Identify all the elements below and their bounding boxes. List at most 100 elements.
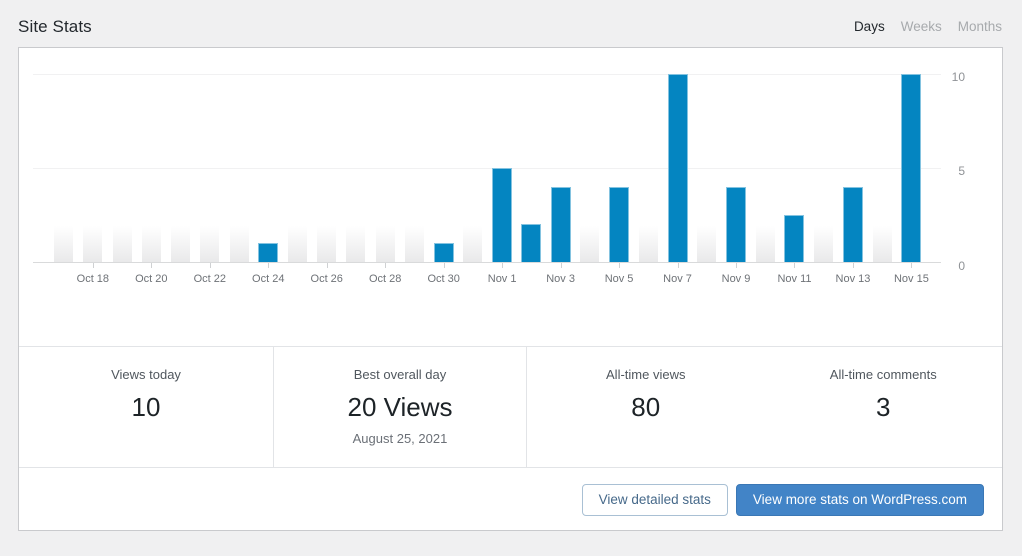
views-bar[interactable] <box>901 74 921 262</box>
x-tick-label: Nov 1 <box>488 273 517 285</box>
views-bar[interactable] <box>492 168 512 262</box>
chart-day-slot-oct-20[interactable]: Oct 20 <box>137 74 166 262</box>
y-tick-label-10: 10 <box>925 70 965 84</box>
chart-day-slot-oct-26[interactable]: Oct 26 <box>312 74 341 262</box>
x-axis-tick <box>736 263 737 268</box>
chart-day-slot-nov-15[interactable]: Nov 15 <box>897 74 926 262</box>
chart-day-slot-nov-4[interactable] <box>575 74 604 262</box>
stat-value: 3 <box>765 392 1003 422</box>
x-tick-label: Nov 13 <box>836 273 871 285</box>
chart-day-slot-nov-3[interactable]: Nov 3 <box>546 74 575 262</box>
zero-day-placeholder-bar <box>814 226 833 262</box>
zero-day-placeholder-bar <box>697 226 716 262</box>
chart-day-slot-nov-6[interactable] <box>634 74 663 262</box>
views-bar[interactable] <box>843 187 863 262</box>
x-tick-label: Nov 7 <box>663 273 692 285</box>
chart-day-slot-nov-1[interactable]: Nov 1 <box>488 74 517 262</box>
x-axis-tick <box>911 263 912 268</box>
zero-day-placeholder-bar <box>54 226 73 262</box>
chart-day-slot-nov-12[interactable] <box>809 74 838 262</box>
chart-day-slot-oct-21[interactable] <box>166 74 195 262</box>
tab-weeks[interactable]: Weeks <box>901 19 942 34</box>
views-bar[interactable] <box>434 243 454 262</box>
stat-views-today: Views today 10 <box>19 347 273 467</box>
x-axis-tick <box>327 263 328 268</box>
chart-plot-area: 10 5 0 Oct 18Oct 20Oct 22Oct 24Oct 26Oct… <box>33 74 941 263</box>
stat-value: 80 <box>527 392 765 422</box>
chart-day-slot-oct-18[interactable]: Oct 18 <box>78 74 107 262</box>
x-axis-tick <box>151 263 152 268</box>
x-tick-label: Nov 9 <box>722 273 751 285</box>
chart-day-slot-nov-5[interactable]: Nov 5 <box>604 74 633 262</box>
chart-day-slot-nov-2[interactable] <box>517 74 546 262</box>
chart-day-slot-nov-9[interactable]: Nov 9 <box>721 74 750 262</box>
x-tick-label: Oct 22 <box>194 273 226 285</box>
page-title: Site Stats <box>18 17 92 37</box>
views-bar[interactable] <box>609 187 629 262</box>
x-axis-tick <box>619 263 620 268</box>
zero-day-placeholder-bar <box>873 226 892 262</box>
chart-day-slot-oct-19[interactable] <box>107 74 136 262</box>
zero-day-placeholder-bar <box>463 226 482 262</box>
chart-day-slot-oct-25[interactable] <box>283 74 312 262</box>
zero-day-placeholder-bar <box>580 226 599 262</box>
zero-day-placeholder-bar <box>405 226 424 262</box>
stat-all-time-group: All-time views 80 All-time comments 3 <box>526 347 1002 467</box>
x-axis-tick <box>385 263 386 268</box>
zero-day-placeholder-bar <box>113 226 132 262</box>
tab-months[interactable]: Months <box>958 19 1002 34</box>
chart-day-slot-oct-17[interactable] <box>49 74 78 262</box>
site-stats-widget: 10 5 0 Oct 18Oct 20Oct 22Oct 24Oct 26Oct… <box>18 47 1003 531</box>
views-bar-chart: 10 5 0 Oct 18Oct 20Oct 22Oct 24Oct 26Oct… <box>19 48 1002 346</box>
x-axis-tick <box>444 263 445 268</box>
chart-day-slot-nov-11[interactable]: Nov 11 <box>780 74 809 262</box>
x-tick-label: Oct 18 <box>77 273 109 285</box>
chart-day-slot-oct-27[interactable] <box>341 74 370 262</box>
chart-day-slot-oct-22[interactable]: Oct 22 <box>195 74 224 262</box>
x-tick-label: Oct 28 <box>369 273 401 285</box>
zero-day-placeholder-bar <box>376 226 395 262</box>
x-axis-tick <box>853 263 854 268</box>
chart-day-slot-oct-23[interactable] <box>224 74 253 262</box>
zero-day-placeholder-bar <box>639 226 658 262</box>
chart-day-slot-oct-30[interactable]: Oct 30 <box>429 74 458 262</box>
summary-stats-row: Views today 10 Best overall day 20 Views… <box>19 346 1002 467</box>
zero-day-placeholder-bar <box>230 226 249 262</box>
view-more-stats-wordpress-button[interactable]: View more stats on WordPress.com <box>736 484 984 516</box>
x-tick-label: Nov 15 <box>894 273 929 285</box>
zero-day-placeholder-bar <box>142 226 161 262</box>
zero-day-placeholder-bar <box>317 226 336 262</box>
chart-day-slot-oct-28[interactable]: Oct 28 <box>371 74 400 262</box>
stat-label: Views today <box>19 367 273 382</box>
x-tick-label: Nov 11 <box>777 273 811 285</box>
views-bar[interactable] <box>726 187 746 262</box>
chart-day-slot-oct-29[interactable] <box>400 74 429 262</box>
chart-day-slot-nov-7[interactable]: Nov 7 <box>663 74 692 262</box>
chart-day-slot-nov-10[interactable] <box>751 74 780 262</box>
x-tick-label: Oct 20 <box>135 273 167 285</box>
stat-label: All-time comments <box>765 367 1003 382</box>
views-bar[interactable] <box>668 74 688 262</box>
period-tabs: Days Weeks Months <box>854 19 1002 34</box>
view-detailed-stats-button[interactable]: View detailed stats <box>582 484 728 516</box>
chart-day-slot-nov-13[interactable]: Nov 13 <box>838 74 867 262</box>
stat-value: 20 Views <box>274 392 526 422</box>
stat-value: 10 <box>19 392 273 422</box>
stat-all-time-comments: All-time comments 3 <box>765 347 1003 467</box>
views-bar[interactable] <box>784 215 804 262</box>
views-bar[interactable] <box>258 243 278 262</box>
tab-days[interactable]: Days <box>854 19 885 34</box>
views-bar[interactable] <box>551 187 571 262</box>
chart-day-slot-oct-31[interactable] <box>458 74 487 262</box>
chart-day-slot-nov-14[interactable] <box>868 74 897 262</box>
x-tick-label: Oct 24 <box>252 273 284 285</box>
stat-best-overall-day: Best overall day 20 Views August 25, 202… <box>273 347 526 467</box>
chart-day-slot-nov-8[interactable] <box>692 74 721 262</box>
stat-date: August 25, 2021 <box>274 431 526 446</box>
x-tick-label: Oct 30 <box>427 273 459 285</box>
stat-all-time-views: All-time views 80 <box>527 347 765 467</box>
views-bar[interactable] <box>521 224 541 262</box>
zero-day-placeholder-bar <box>346 226 365 262</box>
chart-day-slot-oct-24[interactable]: Oct 24 <box>254 74 283 262</box>
widget-footer: View detailed stats View more stats on W… <box>19 467 1002 531</box>
